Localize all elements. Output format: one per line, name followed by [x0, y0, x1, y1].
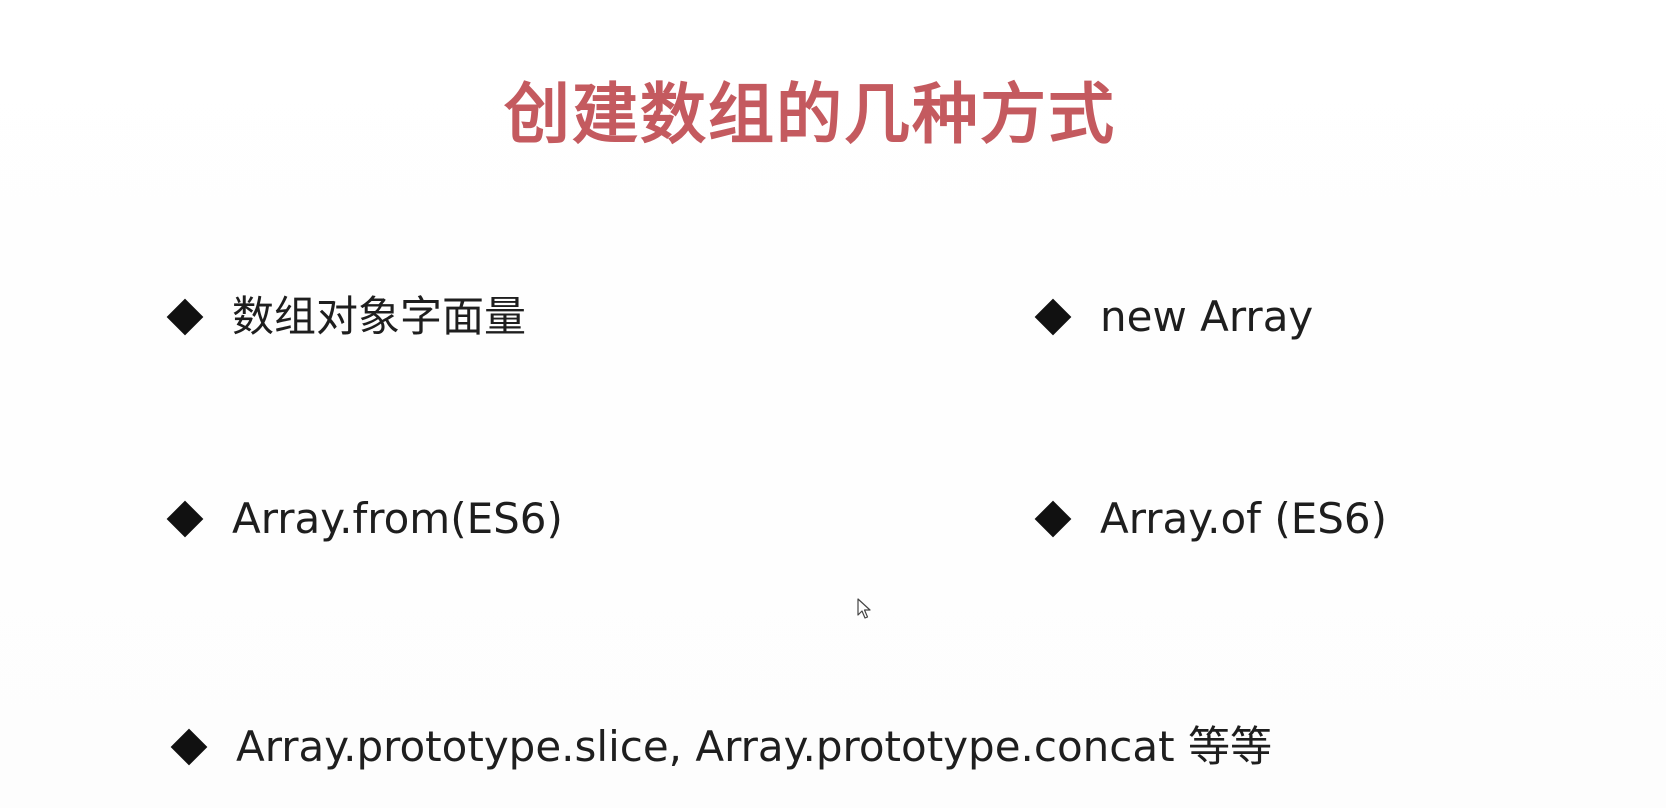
- bullet-item-array-literal: 数组对象字面量: [166, 292, 527, 341]
- mouse-pointer-icon: [857, 598, 871, 619]
- diamond-bullet-icon: [166, 500, 204, 538]
- diamond-bullet-icon: [170, 728, 208, 766]
- bullet-item-label: Array.prototype.slice, Array.prototype.c…: [236, 722, 1272, 771]
- bullet-item-array-of: Array.of (ES6): [1034, 494, 1388, 543]
- diamond-bullet-icon: [1034, 298, 1072, 336]
- bullet-item-label: Array.from(ES6): [232, 494, 563, 543]
- diamond-bullet-icon: [166, 298, 204, 336]
- diamond-bullet-icon: [1034, 500, 1072, 538]
- bullet-item-label: new Array: [1100, 292, 1314, 341]
- bullet-item-label: Array.of (ES6): [1100, 494, 1388, 543]
- bullet-item-array-from: Array.from(ES6): [166, 494, 563, 543]
- bullet-item-prototype-methods: Array.prototype.slice, Array.prototype.c…: [170, 722, 1272, 771]
- slide: 创建数组的几种方式 数组对象字面量 new Array Array.from(E…: [0, 0, 1666, 808]
- bullet-item-new-array: new Array: [1034, 292, 1314, 341]
- bullet-item-label: 数组对象字面量: [232, 292, 527, 341]
- slide-title: 创建数组的几种方式: [504, 76, 1116, 153]
